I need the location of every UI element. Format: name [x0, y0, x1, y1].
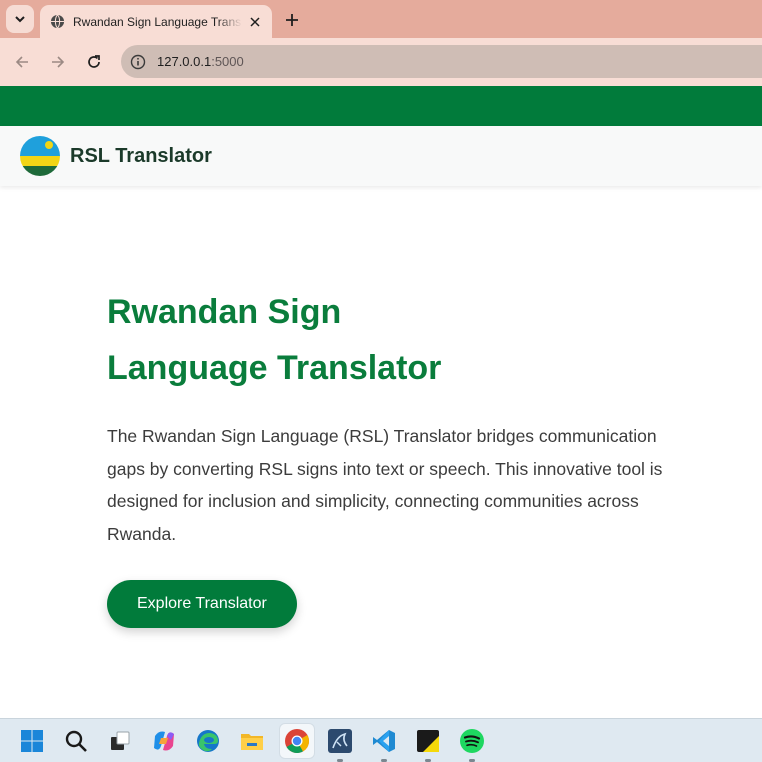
browser-tab[interactable]: Rwandan Sign Language Translator [40, 5, 272, 38]
close-tab-icon[interactable] [246, 13, 264, 31]
search-icon[interactable] [62, 727, 90, 755]
address-bar[interactable]: 127.0.0.1:5000 [121, 45, 762, 78]
plus-icon [286, 14, 298, 26]
top-green-strip [0, 86, 762, 126]
mysql-workbench-icon[interactable] [326, 727, 354, 762]
site-navbar: RSL Translator [0, 126, 762, 186]
chevron-down-icon [15, 16, 25, 23]
tab-title: Rwandan Sign Language Translator [73, 14, 242, 29]
windows-start-icon[interactable] [18, 727, 46, 755]
reload-icon [88, 55, 100, 68]
arrow-right-icon [52, 56, 65, 68]
browser-toolbar: 127.0.0.1:5000 [0, 38, 762, 86]
site-info-icon[interactable] [129, 53, 147, 71]
copilot-icon[interactable] [150, 727, 178, 755]
task-view-icon[interactable] [106, 727, 134, 755]
spotify-icon[interactable] [458, 727, 486, 762]
chrome-icon[interactable] [280, 724, 314, 758]
browser-tab-strip: Rwandan Sign Language Translator [0, 0, 762, 38]
explore-translator-button[interactable]: Explore Translator [107, 580, 297, 628]
arrow-left-icon [15, 56, 28, 68]
site-brand[interactable]: RSL Translator [70, 145, 212, 168]
vscode-icon[interactable] [370, 727, 398, 762]
hero-description: The Rwandan Sign Language (RSL) Translat… [107, 426, 663, 544]
sticky-notes-icon[interactable] [414, 727, 442, 762]
new-tab-button[interactable] [280, 8, 304, 32]
reload-button[interactable] [82, 50, 106, 74]
url-host: 127.0.0.1 [157, 54, 212, 69]
tab-search-button[interactable] [6, 5, 34, 33]
hero-section: Rwandan Sign Language Translator The Rwa… [107, 284, 697, 628]
windows-taskbar [0, 718, 762, 762]
file-explorer-icon[interactable] [238, 727, 266, 755]
hero-title: Rwandan Sign Language Translator [107, 293, 442, 387]
back-button[interactable] [10, 50, 34, 74]
forward-button[interactable] [46, 50, 70, 74]
edge-icon[interactable] [194, 727, 222, 755]
rwanda-flag-logo[interactable] [20, 136, 60, 176]
url-port: :5000 [211, 54, 244, 69]
globe-icon [49, 14, 65, 30]
